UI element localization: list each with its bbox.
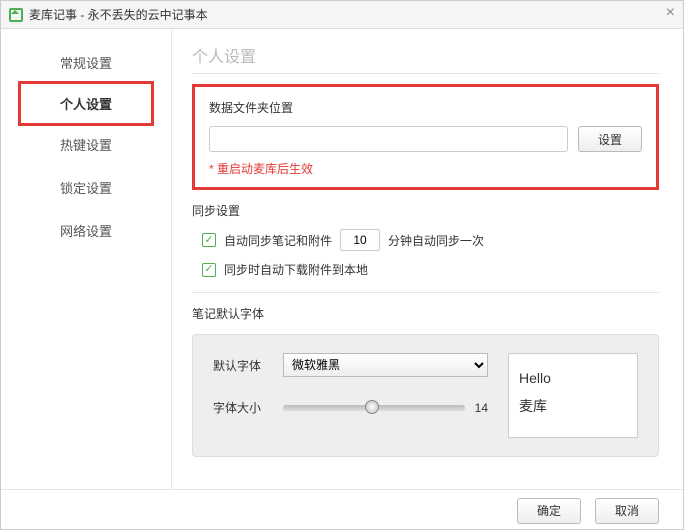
sync-interval-suffix: 分钟自动同步一次 xyxy=(388,232,484,249)
preview-line-2: 麦库 xyxy=(519,392,627,420)
data-folder-section: 数据文件夹位置 设置 * 重启动麦库后生效 xyxy=(192,84,659,190)
checkbox-download-local[interactable]: ✓ xyxy=(202,263,216,277)
sync-title: 同步设置 xyxy=(192,202,659,219)
font-section-title: 笔记默认字体 xyxy=(192,305,659,322)
content-pane: 个人设置 数据文件夹位置 设置 * 重启动麦库后生效 同步设置 ✓ 自动同步笔记… xyxy=(171,29,683,489)
sync-section: 同步设置 ✓ 自动同步笔记和附件 分钟自动同步一次 ✓ 同步时自动下载附件到本地 xyxy=(192,202,659,278)
page-title: 个人设置 xyxy=(192,43,659,74)
preview-line-1: Hello xyxy=(519,364,627,392)
font-section: 笔记默认字体 默认字体 微软雅黑 字体大小 xyxy=(192,305,659,457)
sidebar-item-lock[interactable]: 锁定设置 xyxy=(1,166,171,209)
default-font-select[interactable]: 微软雅黑 xyxy=(283,353,488,377)
font-controls: 默认字体 微软雅黑 字体大小 14 xyxy=(213,353,488,438)
data-folder-title: 数据文件夹位置 xyxy=(209,99,642,116)
slider-thumb[interactable] xyxy=(365,400,379,414)
cancel-button[interactable]: 取消 xyxy=(595,498,659,524)
ok-button[interactable]: 确定 xyxy=(517,498,581,524)
app-icon xyxy=(9,8,23,22)
restart-note: * 重启动麦库后生效 xyxy=(209,160,642,177)
sidebar-item-personal[interactable]: 个人设置 xyxy=(21,84,151,123)
checkbox-auto-sync[interactable]: ✓ xyxy=(202,233,216,247)
dialog-body: 常规设置 个人设置 热键设置 锁定设置 网络设置 个人设置 数据文件夹位置 设置… xyxy=(1,29,683,489)
close-icon[interactable]: × xyxy=(666,5,675,21)
set-button[interactable]: 设置 xyxy=(578,126,642,152)
font-preview: Hello 麦库 xyxy=(508,353,638,438)
sidebar: 常规设置 个人设置 热键设置 锁定设置 网络设置 xyxy=(1,29,171,489)
window-title: 麦库记事 - 永不丢失的云中记事本 xyxy=(29,6,208,23)
auto-sync-label: 自动同步笔记和附件 xyxy=(224,232,332,249)
divider xyxy=(192,292,659,293)
data-folder-input[interactable] xyxy=(209,126,568,152)
sidebar-item-general[interactable]: 常规设置 xyxy=(1,41,171,84)
sync-interval-input[interactable] xyxy=(340,229,380,251)
sidebar-item-hotkey[interactable]: 热键设置 xyxy=(1,123,171,166)
sidebar-item-network[interactable]: 网络设置 xyxy=(1,209,171,252)
titlebar: 麦库记事 - 永不丢失的云中记事本 × xyxy=(1,1,683,29)
font-size-label: 字体大小 xyxy=(213,399,269,416)
default-font-label: 默认字体 xyxy=(213,357,269,374)
font-panel: 默认字体 微软雅黑 字体大小 14 xyxy=(192,334,659,457)
font-size-value: 14 xyxy=(475,401,488,415)
download-local-label: 同步时自动下载附件到本地 xyxy=(224,261,368,278)
footer: 确定 取消 xyxy=(1,489,683,531)
font-size-slider[interactable] xyxy=(283,405,465,411)
